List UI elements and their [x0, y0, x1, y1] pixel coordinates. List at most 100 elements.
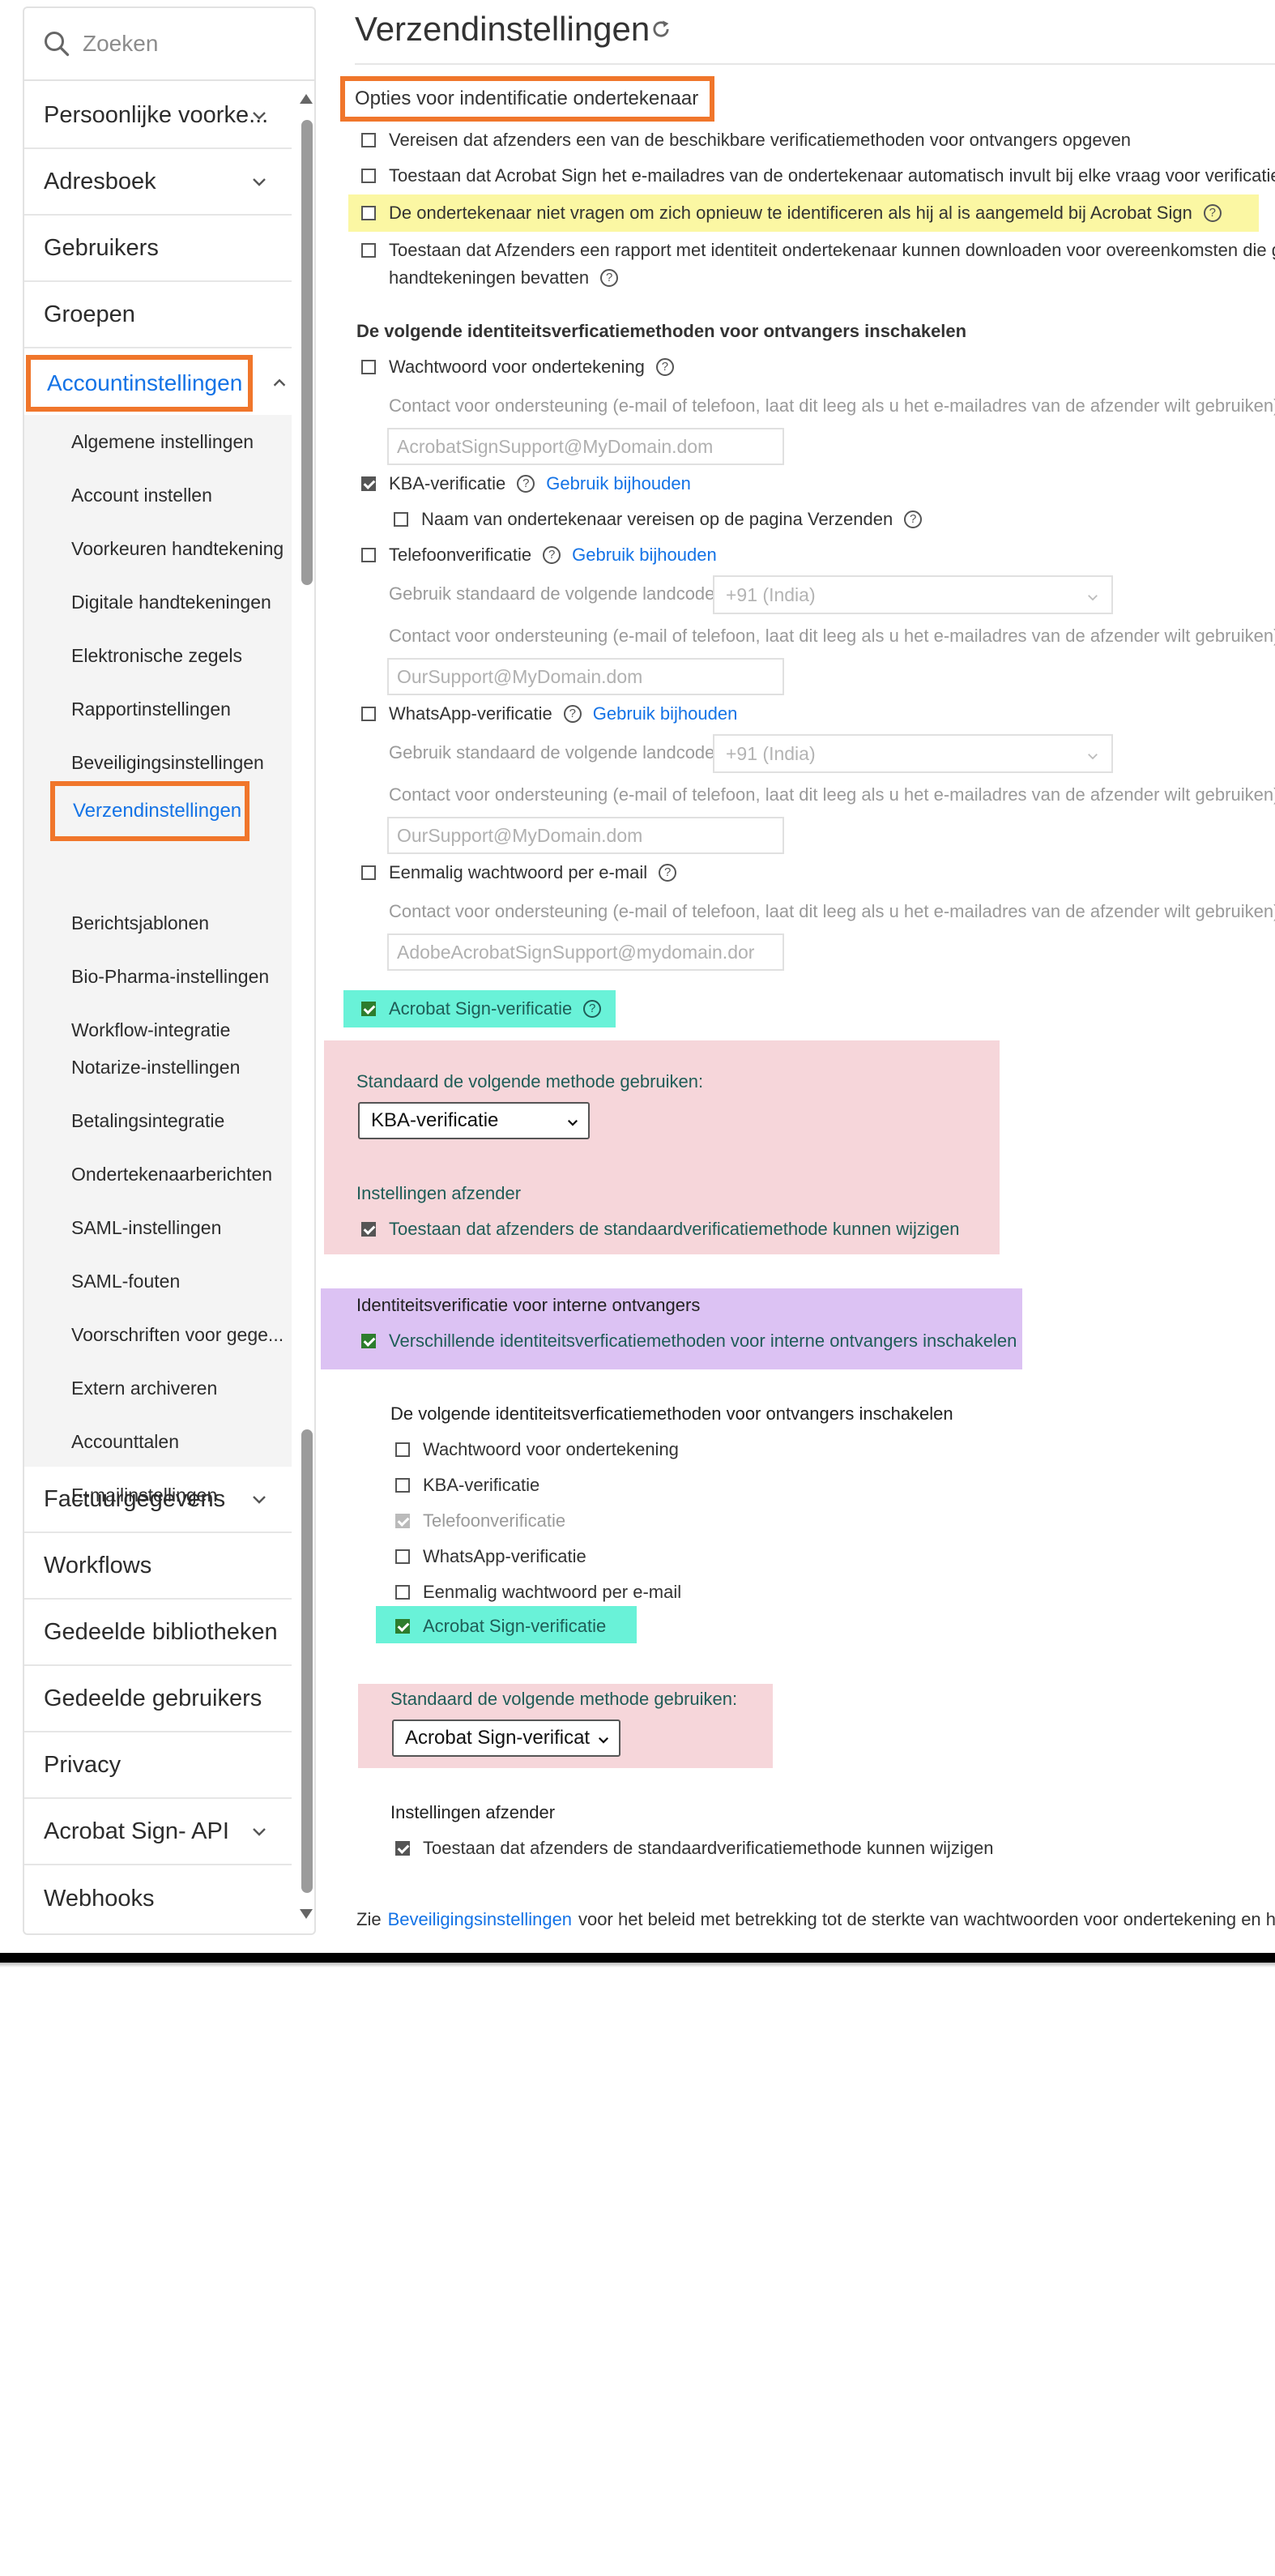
- checkbox[interactable]: [395, 1549, 410, 1564]
- scroll-up-arrow-icon[interactable]: [298, 92, 314, 105]
- internal-enable[interactable]: Verschillende identiteitsverficatiemetho…: [361, 1331, 1017, 1352]
- checkbox[interactable]: [395, 1442, 410, 1457]
- bottom-border: [0, 1953, 1275, 1963]
- help-icon[interactable]: ?: [543, 546, 561, 564]
- checkbox[interactable]: [395, 1478, 410, 1493]
- scrollbar-thumb[interactable]: [301, 1429, 313, 1893]
- nav-item-personal-preferences[interactable]: Persoonlijke voorke...: [24, 83, 292, 149]
- submenu-item[interactable]: Notarize-instellingen: [71, 1057, 240, 1079]
- checkbox[interactable]: [394, 512, 408, 527]
- nav-item-shared-libraries[interactable]: Gedeelde bibliotheken: [24, 1600, 292, 1666]
- submenu-item[interactable]: Beveiligingsinstellingen: [71, 752, 264, 774]
- nav-item-account-settings[interactable]: Accountinstellingen: [26, 355, 253, 412]
- method-kba[interactable]: KBA-verificatie ? Gebruik bijhouden: [361, 473, 691, 494]
- internal-method-whatsapp[interactable]: WhatsApp-verificatie: [395, 1546, 586, 1567]
- submenu-item[interactable]: Workflow-integratie: [71, 1019, 230, 1041]
- checkbox-checked[interactable]: [361, 1002, 376, 1016]
- checkbox-checked[interactable]: [395, 1619, 410, 1634]
- submenu-item[interactable]: Digitale handtekeningen: [71, 592, 271, 613]
- phone-support-contact-input[interactable]: OurSupport@MyDomain.dom: [387, 658, 784, 695]
- nav-item-api[interactable]: Acrobat Sign- API: [24, 1799, 292, 1865]
- internal-default-method-select[interactable]: Acrobat Sign-verificat: [392, 1719, 620, 1757]
- whatsapp-support-contact-input[interactable]: OurSupport@MyDomain.dom: [387, 817, 784, 854]
- submenu-item[interactable]: Ondertekenaarberichten: [71, 1164, 272, 1185]
- sender-allow-change[interactable]: Toestaan dat afzenders de standaardverif…: [361, 1219, 959, 1240]
- sidebar-scrollbar[interactable]: [295, 81, 316, 1937]
- checkbox[interactable]: [361, 169, 376, 183]
- chevron-up-icon[interactable]: [271, 374, 288, 392]
- nav-item-shared-users[interactable]: Gedeelde gebruikers: [24, 1666, 292, 1732]
- scroll-down-arrow-icon[interactable]: [298, 1907, 314, 1920]
- submenu-item[interactable]: Algemene instellingen: [71, 431, 254, 453]
- track-usage-link[interactable]: Gebruik bijhouden: [546, 473, 691, 494]
- checkbox[interactable]: [361, 865, 376, 880]
- nav-item-groups[interactable]: Groepen: [24, 282, 292, 348]
- method-acrobat-sign[interactable]: Acrobat Sign-verificatie ?: [361, 998, 602, 1019]
- password-support-contact-input[interactable]: AcrobatSignSupport@MyDomain.dom: [387, 428, 784, 465]
- checkbox[interactable]: [361, 243, 376, 258]
- nav-item-billing[interactable]: Factuurgegevens: [24, 1467, 292, 1533]
- search-input[interactable]: Zoeken: [83, 31, 158, 57]
- nav-item-workflows[interactable]: Workflows: [24, 1533, 292, 1600]
- submenu-item[interactable]: Account instellen: [71, 485, 212, 506]
- submenu-item[interactable]: Elektronische zegels: [71, 645, 242, 667]
- checkbox[interactable]: [395, 1585, 410, 1600]
- nav-item-address-book[interactable]: Adresboek: [24, 149, 292, 216]
- submenu-item[interactable]: Extern archiveren: [71, 1378, 217, 1399]
- submenu-item[interactable]: SAML-instellingen: [71, 1217, 221, 1239]
- option-no-reidentify[interactable]: De ondertekenaar niet vragen om zich opn…: [361, 203, 1222, 224]
- track-usage-link[interactable]: Gebruik bijhouden: [593, 703, 738, 724]
- submenu-item[interactable]: Betalingsintegratie: [71, 1110, 224, 1132]
- search-box[interactable]: Zoeken: [24, 8, 314, 81]
- help-icon[interactable]: ?: [517, 475, 535, 493]
- option-require-method[interactable]: Vereisen dat afzenders een van de beschi…: [361, 130, 1131, 151]
- internal-method-password[interactable]: Wachtwoord voor ondertekening: [395, 1439, 679, 1460]
- nav-item-privacy[interactable]: Privacy: [24, 1732, 292, 1799]
- checkbox[interactable]: [361, 206, 376, 220]
- method-password[interactable]: Wachtwoord voor ondertekening ?: [361, 357, 674, 378]
- phone-country-select[interactable]: +91 (India): [713, 575, 1113, 614]
- submenu-item[interactable]: Accounttalen: [71, 1431, 179, 1453]
- checkbox[interactable]: [361, 360, 376, 374]
- help-icon[interactable]: ?: [600, 269, 619, 287]
- default-method-select[interactable]: KBA-verificatie: [358, 1102, 590, 1139]
- nav-item-webhooks[interactable]: Webhooks: [24, 1865, 292, 1932]
- help-icon[interactable]: ?: [655, 358, 674, 376]
- method-email-otp[interactable]: Eenmalig wachtwoord per e-mail ?: [361, 862, 677, 883]
- submenu-item[interactable]: Rapportinstellingen: [71, 698, 231, 720]
- submenu-item[interactable]: Voorschriften voor gege...: [71, 1324, 284, 1346]
- checkbox[interactable]: [361, 133, 376, 147]
- internal-method-kba[interactable]: KBA-verificatie: [395, 1475, 539, 1496]
- submenu-item[interactable]: SAML-fouten: [71, 1271, 180, 1292]
- help-icon[interactable]: ?: [659, 864, 677, 882]
- help-icon[interactable]: ?: [583, 1000, 602, 1018]
- nav-item-users[interactable]: Gebruikers: [24, 216, 292, 282]
- help-icon[interactable]: ?: [904, 511, 923, 528]
- checkbox-checked[interactable]: [395, 1841, 410, 1856]
- internal-method-acrobat-sign[interactable]: Acrobat Sign-verificatie: [395, 1616, 606, 1637]
- submenu-item-send-settings[interactable]: Verzendinstellingen: [50, 781, 249, 841]
- security-settings-link[interactable]: Beveiligingsinstellingen: [388, 1909, 572, 1930]
- checkbox-checked[interactable]: [361, 1334, 376, 1348]
- checkbox[interactable]: [361, 707, 376, 721]
- option-autofill-email[interactable]: Toestaan dat Acrobat Sign het e-mailadre…: [361, 165, 1275, 186]
- checkbox-checked[interactable]: [361, 476, 376, 491]
- otp-support-contact-input[interactable]: AdobeAcrobatSignSupport@mydomain.dor: [387, 933, 784, 971]
- option-identity-report[interactable]: Toestaan dat Afzenders een rapport met i…: [361, 240, 1275, 261]
- refresh-icon[interactable]: [650, 18, 672, 41]
- help-icon[interactable]: ?: [563, 705, 582, 723]
- method-phone[interactable]: Telefoonverificatie ? Gebruik bijhouden: [361, 545, 717, 566]
- checkbox[interactable]: [361, 548, 376, 562]
- internal-method-email-otp[interactable]: Eenmalig wachtwoord per e-mail: [395, 1582, 681, 1603]
- method-whatsapp[interactable]: WhatsApp-verificatie ? Gebruik bijhouden: [361, 703, 737, 724]
- scrollbar-thumb[interactable]: [301, 120, 313, 585]
- kba-require-signer-name[interactable]: Naam van ondertekenaar vereisen op de pa…: [394, 509, 923, 530]
- whatsapp-country-select[interactable]: +91 (India): [713, 734, 1113, 773]
- track-usage-link[interactable]: Gebruik bijhouden: [572, 545, 717, 566]
- internal-sender-allow-change[interactable]: Toestaan dat afzenders de standaardverif…: [395, 1838, 993, 1859]
- submenu-item[interactable]: Berichtsjablonen: [71, 912, 209, 934]
- submenu-item[interactable]: Bio-Pharma-instellingen: [71, 966, 269, 988]
- checkbox-checked[interactable]: [361, 1222, 376, 1237]
- help-icon[interactable]: ?: [1203, 204, 1222, 222]
- submenu-item[interactable]: Voorkeuren handtekening: [71, 538, 284, 560]
